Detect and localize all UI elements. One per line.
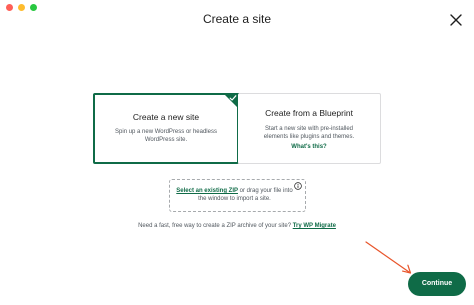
migrate-prompt: Need a fast, free way to create a ZIP ar… <box>0 223 474 229</box>
info-icon[interactable] <box>294 182 302 190</box>
option-title: Create from a Blueprint <box>265 108 353 118</box>
option-create-new-site[interactable]: Create a new site Spin up a new WordPres… <box>93 93 239 164</box>
zoom-window-dot[interactable] <box>30 4 37 11</box>
close-window-dot[interactable] <box>6 4 13 11</box>
option-description: Start a new site with pre-installed elem… <box>263 126 355 140</box>
option-description: Spin up a new WordPress or headless Word… <box>115 129 217 143</box>
try-wp-migrate-link[interactable]: Try WP Migrate <box>293 223 336 229</box>
close-icon <box>448 12 464 28</box>
option-create-from-blueprint[interactable]: Create from a Blueprint Start a new site… <box>238 93 381 164</box>
select-zip-link[interactable]: Select an existing ZIP <box>176 188 238 194</box>
option-title: Create a new site <box>132 112 200 122</box>
close-dialog-button[interactable] <box>448 12 464 28</box>
window-controls <box>6 4 37 11</box>
checkmark-icon <box>229 94 237 102</box>
minimize-window-dot[interactable] <box>18 4 25 11</box>
zip-dropzone[interactable]: Select an existing ZIP or drag your file… <box>169 179 306 212</box>
whats-this-link[interactable]: What's this? <box>238 144 380 150</box>
annotation-arrow <box>364 240 414 278</box>
migrate-text: Need a fast, free way to create a ZIP ar… <box>138 223 292 229</box>
continue-button[interactable]: Continue <box>408 272 466 296</box>
dropzone-text: Select an existing ZIP or drag your file… <box>170 180 305 203</box>
dialog-title: Create a site <box>202 12 272 26</box>
